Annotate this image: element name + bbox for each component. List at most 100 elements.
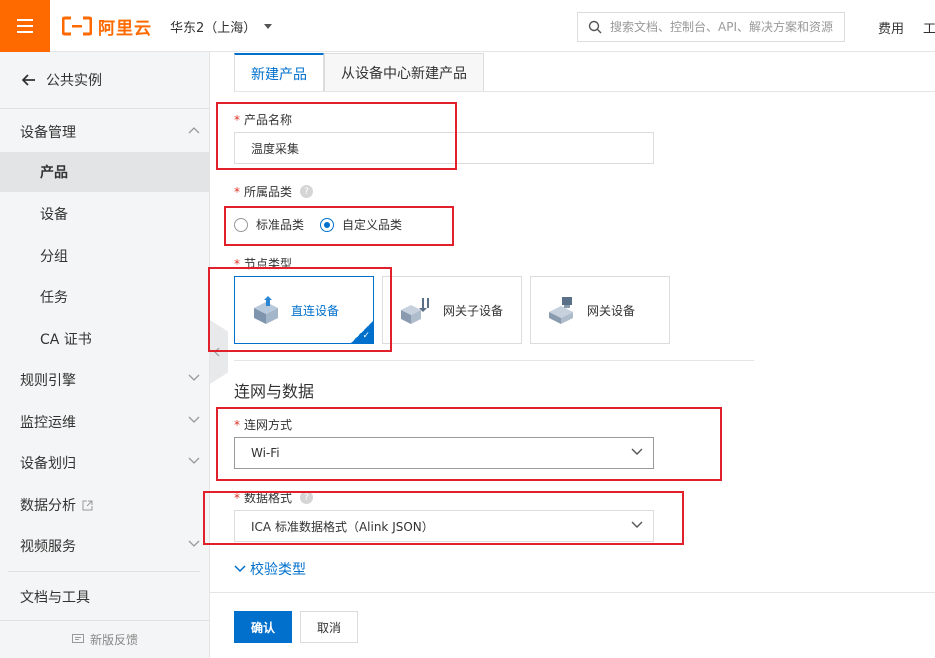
sidebar-item-product[interactable]: 产品 (0, 152, 210, 192)
tab-label: 从设备中心新建产品 (341, 66, 467, 82)
sidebar-group-device-management[interactable]: 设备管理 (0, 112, 210, 152)
sidebar-item-label: 任务 (40, 290, 68, 306)
section-divider (234, 360, 754, 361)
search-icon (588, 20, 602, 34)
chevron-down-icon (188, 374, 200, 381)
sidebar-group-video-service[interactable]: 视频服务 (0, 526, 210, 566)
node-type-label: * 节点类型 (234, 255, 292, 272)
sidebar-item-label: 产品 (40, 165, 68, 181)
direct-device-icon (254, 296, 278, 324)
tools-link[interactable]: 工 (923, 18, 935, 37)
network-select-value: Wi-Fi (251, 446, 280, 460)
sidebar-group-label: 数据分析 (20, 498, 76, 514)
node-card-label: 网关设备 (587, 303, 636, 318)
logo-text: 阿里云 (98, 18, 152, 39)
sidebar-item-ca-cert[interactable]: CA 证书 (0, 319, 210, 359)
sidebar-item-label: 设备 (40, 207, 68, 223)
check-icon: ✓ (362, 331, 370, 341)
data-format-select-value: ICA 标准数据格式（Alink JSON） (251, 519, 434, 534)
data-format-select[interactable]: ICA 标准数据格式（Alink JSON） (234, 510, 654, 542)
network-select[interactable]: Wi-Fi (234, 437, 654, 469)
product-name-label-text: 产品名称 (244, 113, 293, 127)
node-card-label: 网关子设备 (443, 303, 504, 318)
node-type-label-text: 节点类型 (244, 257, 293, 271)
required-asterisk: * (234, 417, 240, 432)
radio-standard-category[interactable]: 标准品类 (234, 216, 304, 233)
sidebar-group-label: 规则引擎 (20, 373, 76, 389)
network-label: * 连网方式 (234, 416, 292, 433)
chevron-down-icon (188, 540, 200, 547)
radio-circle (234, 217, 248, 232)
product-name-input[interactable] (251, 141, 653, 155)
node-card-direct-device[interactable]: 直连设备 ✓ (234, 276, 374, 344)
sidebar-collapse-handle[interactable] (210, 320, 228, 384)
sidebar-group-device-assignment[interactable]: 设备划归 (0, 443, 210, 483)
fees-link[interactable]: 费用 (878, 18, 904, 37)
chevron-down-icon (188, 416, 200, 423)
help-icon[interactable]: ? (300, 185, 314, 198)
caret-down-icon (264, 24, 273, 29)
feedback-label: 新版反馈 (89, 633, 138, 647)
chevron-up-icon (188, 127, 200, 134)
validation-type-toggle[interactable]: 校验类型 (234, 559, 306, 579)
sidebar-item-group[interactable]: 分组 (0, 236, 210, 276)
sidebar-docs-tools[interactable]: 文档与工具 (0, 577, 210, 617)
sidebar-group-monitoring[interactable]: 监控运维 (0, 402, 210, 442)
tab-from-device-center[interactable]: 从设备中心新建产品 (324, 53, 484, 92)
gateway-device-icon (549, 297, 573, 324)
sidebar-divider (8, 571, 200, 572)
data-format-label-text: 数据格式 (244, 491, 293, 505)
search-box[interactable] (577, 12, 845, 42)
chevron-down-icon (234, 565, 246, 573)
sidebar-group-label: 设备划归 (20, 456, 76, 472)
data-format-label: * 数据格式 ? (234, 489, 314, 506)
logo[interactable]: 阿里云 (62, 14, 152, 39)
node-card-gateway-subdevice[interactable]: 网关子设备 (382, 276, 522, 344)
sidebar-item-label: 分组 (40, 249, 68, 265)
required-asterisk: * (234, 256, 240, 271)
required-asterisk: * (234, 184, 240, 199)
feedback-icon (71, 634, 84, 643)
confirm-button[interactable]: 确认 (234, 611, 292, 643)
back-link[interactable]: 公共实例 (0, 52, 210, 109)
radio-custom-category[interactable]: 自定义品类 (320, 216, 402, 233)
arrow-left-icon (22, 74, 35, 86)
radio-label: 自定义品类 (342, 218, 403, 232)
sidebar-group-label: 视频服务 (20, 539, 76, 555)
chevron-left-icon (214, 347, 220, 357)
network-data-section-title: 连网与数据 (234, 382, 315, 401)
node-card-gateway-device[interactable]: 网关设备 (530, 276, 670, 344)
category-label-text: 所属品类 (244, 185, 293, 199)
product-name-label: * 产品名称 (234, 111, 292, 128)
cancel-button[interactable]: 取消 (300, 611, 358, 643)
region-selector[interactable]: 华东2（上海） (170, 17, 273, 36)
search-input[interactable] (610, 20, 840, 34)
sidebar: 公共实例 设备管理 产品 设备 分组 任务 CA 证书 规则引擎 监控运维 设备… (0, 52, 210, 658)
feedback-link[interactable]: 新版反馈 (0, 620, 210, 658)
sidebar-item-device[interactable]: 设备 (0, 194, 210, 234)
external-link-icon (82, 500, 93, 510)
chevron-down-icon (631, 521, 643, 528)
hamburger-menu-icon[interactable] (0, 0, 50, 52)
top-bar: 阿里云 华东2（上海） 费用 工 (0, 0, 935, 52)
required-asterisk: * (234, 490, 240, 505)
sidebar-group-data-analysis[interactable]: 数据分析 (0, 485, 210, 525)
region-label: 华东2（上海） (170, 21, 257, 36)
sidebar-group-rule-engine[interactable]: 规则引擎 (0, 360, 210, 400)
tab-new-product[interactable]: 新建产品 (234, 53, 324, 92)
network-label-text: 连网方式 (244, 418, 293, 432)
sidebar-item-label: CA 证书 (40, 332, 92, 348)
node-card-label: 直连设备 (291, 303, 340, 318)
chevron-down-icon (188, 457, 200, 464)
tabs-divider (234, 91, 935, 92)
required-asterisk: * (234, 112, 240, 127)
back-label: 公共实例 (46, 73, 102, 89)
sidebar-item-task[interactable]: 任务 (0, 277, 210, 317)
sidebar-group-label: 监控运维 (20, 415, 76, 431)
create-product-tabs: 新建产品 从设备中心新建产品 (234, 53, 484, 92)
help-icon[interactable]: ? (300, 491, 314, 504)
sidebar-docs-label: 文档与工具 (20, 590, 90, 606)
radio-circle-selected (320, 217, 335, 232)
gateway-subdevice-icon (401, 298, 429, 324)
product-name-field[interactable] (234, 132, 654, 164)
